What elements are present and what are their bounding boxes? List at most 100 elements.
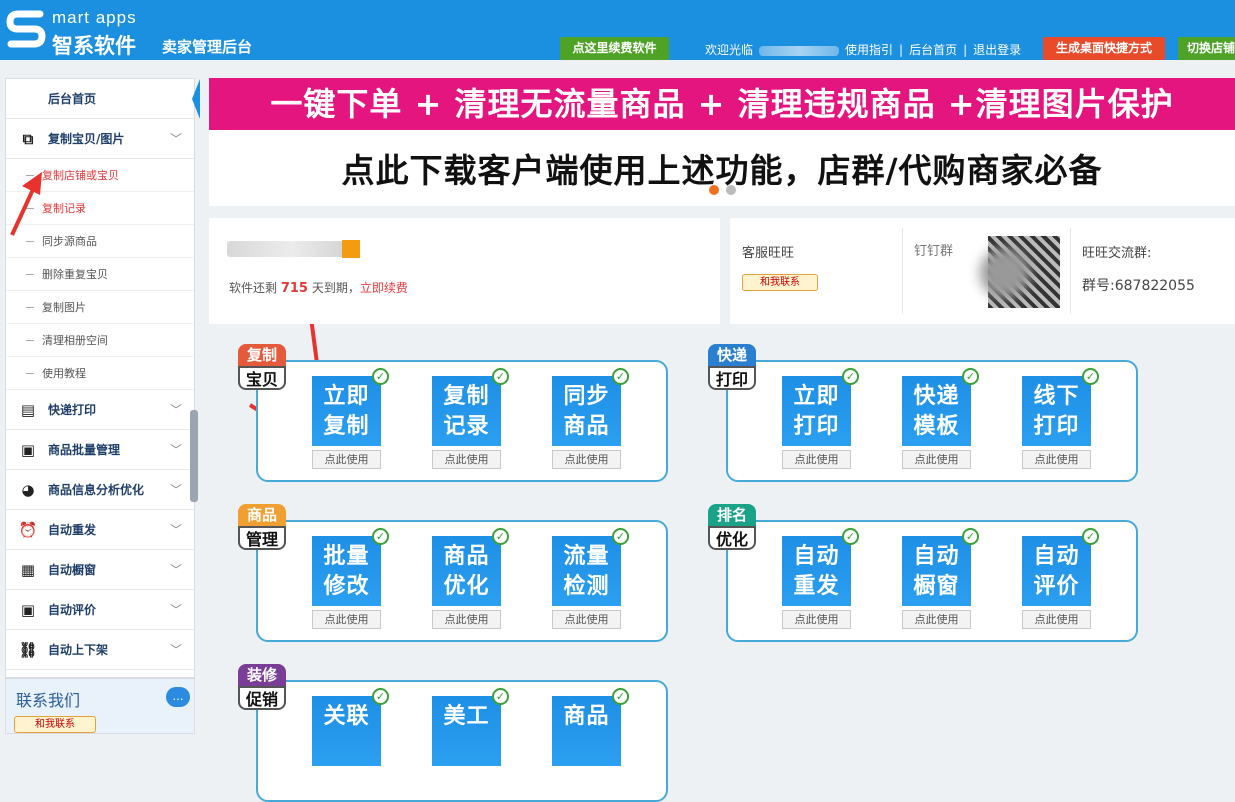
alarm-clock-icon: ⏰ — [18, 521, 38, 539]
tile-line: 优化 — [443, 574, 490, 599]
use-button[interactable]: 点此使用 — [902, 450, 971, 469]
chevron-down-icon: ﹀ — [169, 523, 182, 537]
grid-icon: ▦ — [20, 561, 36, 579]
divider — [902, 228, 903, 314]
check-icon: ✓ — [612, 368, 629, 385]
group-tag-bottom: 促销 — [238, 686, 286, 710]
dingding-label: 钉钉群 — [914, 244, 954, 259]
tile-line: 橱窗 — [913, 574, 960, 599]
chevron-down-icon: ﹀ — [169, 563, 182, 577]
group-tag-top: 快递 — [708, 344, 756, 366]
admin-home-link[interactable]: 后台首页 — [909, 43, 957, 57]
chevron-down-icon: ﹀ — [169, 483, 182, 497]
tile-line: 线下 — [1033, 384, 1080, 409]
group-title: 旺旺交流群: — [1082, 246, 1152, 261]
wangwang-contact-button[interactable]: 和我联系 — [742, 274, 818, 291]
feature-tile[interactable]: 线下打印 ✓ — [1022, 368, 1099, 446]
check-icon: ✓ — [842, 368, 859, 385]
feature-tile[interactable]: 自动 重发 ✓ — [782, 528, 859, 606]
remaining-prefix: 软件还剩 — [229, 281, 278, 295]
tile-line: 自动 — [793, 544, 840, 569]
feature-tile[interactable]: 自动 橱窗 ✓ — [902, 528, 979, 606]
feature-tile[interactable]: 快递模板 ✓ — [902, 368, 979, 446]
feature-tile[interactable]: 同步 商品 ✓ — [552, 368, 629, 446]
use-button[interactable]: 点此使用 — [902, 610, 971, 629]
sidebar-item-auto-window[interactable]: ▦ 自动橱窗 ﹀ — [6, 550, 194, 590]
qr-blur — [980, 248, 1030, 298]
tile-line: 模板 — [913, 414, 960, 439]
tile-line: 复制 — [443, 384, 490, 409]
guide-link[interactable]: 使用指引 — [845, 43, 893, 57]
group-tag-top: 排名 — [708, 504, 756, 526]
carousel-dot[interactable] — [726, 185, 736, 195]
use-button[interactable]: 点此使用 — [782, 610, 851, 629]
contact-us-button[interactable]: 和我联系 — [14, 716, 96, 733]
sidebar-item-analysis[interactable]: ◕ 商品信息分析优化 ﹀ — [6, 470, 194, 510]
check-icon: ✓ — [492, 528, 509, 545]
feature-tile[interactable]: 批量 修改 ✓ — [312, 528, 389, 606]
check-icon: ✓ — [962, 368, 979, 385]
sidebar-item-auto-shelf[interactable]: ⛓ 自动上下架 ﹀ — [6, 630, 194, 670]
feature-tile[interactable]: 流量 检测 ✓ — [552, 528, 629, 606]
tile-line: 修改 — [323, 574, 370, 599]
tile-line: 打印 — [1033, 414, 1080, 439]
group-tag: 复制 宝贝 — [238, 344, 286, 390]
shop-badge-icon — [342, 240, 360, 258]
pie-chart-icon: ◕ — [21, 481, 35, 499]
use-button[interactable]: 点此使用 — [312, 610, 381, 629]
feature-tile[interactable]: 关联 ✓ — [312, 688, 389, 766]
use-button[interactable]: 点此使用 — [782, 450, 851, 469]
sidebar-item-auto-review[interactable]: ▣ 自动评价 ﹀ — [6, 590, 194, 630]
sidebar-item-auto-repost[interactable]: ⏰ 自动重发 ﹀ — [6, 510, 194, 550]
group-tag-bottom: 优化 — [708, 526, 756, 550]
feature-tile[interactable]: 立即 复制 ✓ — [312, 368, 389, 446]
banner-download-text: 点此下载客户端使用上述功能，店群/代购商家必备 — [341, 151, 1103, 190]
banner-headline: 一键下单 + 清理无流量商品 + 清理违规商品 +清理图片保护 — [209, 78, 1235, 130]
feature-tile[interactable]: 商品 优化 ✓ — [432, 528, 509, 606]
carousel-dot-active[interactable] — [709, 185, 719, 195]
check-icon: ✓ — [962, 528, 979, 545]
use-button[interactable]: 点此使用 — [1022, 610, 1091, 629]
tile-line: 批量 — [323, 544, 370, 569]
sidebar-item-label: 商品信息分析优化 — [48, 483, 145, 497]
feature-tile[interactable]: 美工 ✓ — [432, 688, 509, 766]
group-tag: 商品 管理 — [238, 504, 286, 550]
use-button[interactable]: 点此使用 — [1022, 450, 1091, 469]
use-button[interactable]: 点此使用 — [552, 610, 621, 629]
group-tag-top: 装修 — [238, 664, 286, 686]
blurred-shop-name — [227, 241, 357, 257]
desktop-shortcut-button[interactable]: 生成桌面快捷方式 — [1043, 37, 1165, 60]
account-panel: 软件还剩 715 天到期，立即续费 — [209, 218, 720, 324]
feature-tile[interactable]: 商品 ✓ — [552, 688, 629, 766]
chevron-down-icon: ﹀ — [169, 603, 182, 617]
tile-line: 同步 — [563, 384, 610, 409]
group-number: 群号:687822055 — [1082, 278, 1195, 294]
remaining-suffix: 天到期， — [311, 281, 360, 295]
check-icon: ✓ — [372, 368, 389, 385]
contact-title: 联系我们 — [16, 691, 81, 710]
link-icon: ⛓ — [18, 641, 38, 659]
tile-line: 快递 — [913, 384, 960, 409]
wangwang-label: 客服旺旺 — [742, 246, 795, 261]
feature-tile[interactable]: 复制 记录 ✓ — [432, 368, 509, 446]
use-button[interactable]: 点此使用 — [432, 610, 501, 629]
check-icon: ✓ — [612, 688, 629, 705]
renew-software-button[interactable]: 点这里续费软件 — [560, 37, 669, 60]
tile-line: 评价 — [1033, 574, 1080, 599]
check-icon: ✓ — [1082, 368, 1099, 385]
sidebar-item-label: 自动评价 — [48, 603, 97, 617]
check-icon: ✓ — [492, 688, 509, 705]
feature-tile[interactable]: 自动 评价 ✓ — [1022, 528, 1099, 606]
renew-now-link[interactable]: 立即续费 — [360, 281, 408, 295]
use-button[interactable]: 点此使用 — [552, 450, 621, 469]
tile-line: 商品 — [563, 704, 610, 729]
tile-line: 美工 — [443, 704, 490, 729]
feature-tile[interactable]: 立即 打印 ✓ — [782, 368, 859, 446]
use-button[interactable]: 点此使用 — [432, 450, 501, 469]
use-button[interactable]: 点此使用 — [312, 450, 381, 469]
header-links: 欢迎光临 使用指引 | 后台首页 | 退出登录 — [705, 41, 1027, 58]
switch-shop-button[interactable]: 切换店铺 — [1178, 37, 1235, 60]
logout-link[interactable]: 退出登录 — [973, 43, 1021, 57]
promo-banner[interactable]: 一键下单 + 清理无流量商品 + 清理违规商品 +清理图片保护 点此下载客户端使… — [209, 78, 1235, 206]
group-tag-top: 复制 — [238, 344, 286, 366]
